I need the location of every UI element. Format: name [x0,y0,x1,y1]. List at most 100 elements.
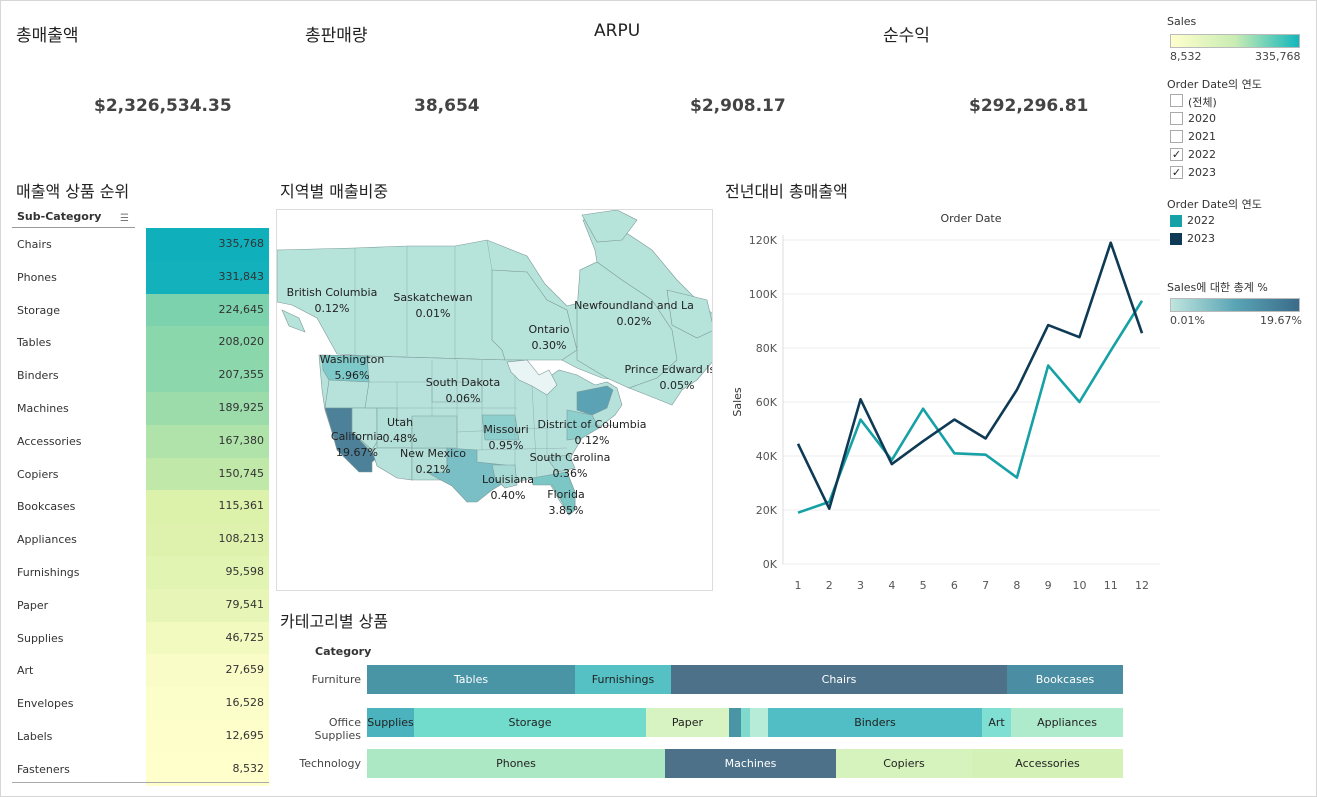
series-point[interactable] [984,436,988,440]
category-segment[interactable]: Supplies [367,708,414,737]
category-segment[interactable]: Bookcases [1007,665,1123,694]
line-chart[interactable]: Order Date0K20K40K60K80K100K120K1 2 3 4 5 6 7 8… [725,205,1160,595]
row-value-cell[interactable]: 207,355 [146,359,269,392]
series-point[interactable] [921,407,925,411]
table-row[interactable]: Appliances 108,213 [12,523,269,556]
category-segment[interactable]: Binders [768,708,982,737]
table-row[interactable]: Copiers 150,745 [12,457,269,491]
table-row[interactable]: Furnishings 95,598 [12,555,269,589]
category-segment[interactable]: Tables [367,665,575,694]
category-segment[interactable]: Furnishings [575,665,671,694]
map-label: British Columbia 0.12% [287,285,378,317]
row-value-cell[interactable]: 331,843 [146,260,269,294]
row-value-cell[interactable]: 224,645 [146,293,269,327]
map-label-name: California [330,430,384,443]
category-segment[interactable] [741,708,750,737]
category-segment[interactable]: Accessories [972,749,1123,778]
year-color-legend-title: Order Date의 연도 [1167,198,1262,211]
row-value-cell[interactable]: 150,745 [146,457,269,491]
row-value-cell[interactable]: 46,725 [146,621,269,655]
row-label: Binders [17,369,59,383]
series-point[interactable] [1109,349,1113,353]
series-point[interactable] [984,453,988,457]
series-point[interactable] [1046,323,1050,327]
table-row[interactable]: Storage 224,645 [12,293,269,327]
series-point[interactable] [796,511,800,515]
row-value-cell[interactable]: 12,695 [146,719,269,753]
series-point[interactable] [1109,241,1113,245]
checkbox-unchecked[interactable] [1170,130,1183,143]
series-point[interactable] [796,442,800,446]
category-segment[interactable]: Machines [665,749,836,778]
row-value-cell[interactable]: 115,361 [146,490,269,524]
series-point[interactable] [1140,331,1144,335]
category-segment[interactable]: Appliances [1011,708,1123,737]
row-value-cell[interactable]: 208,020 [146,326,269,360]
map-label-name: Ontario [528,323,570,336]
sales-share-map[interactable]: British Columbia 0.12% Saskatchewan 0.01% Ne… [276,209,713,591]
category-segment[interactable]: Phones [367,749,665,778]
row-value-cell[interactable]: 335,768 [146,228,269,261]
series-point[interactable] [890,462,894,466]
row-label: Appliances [17,533,77,547]
category-segment[interactable] [729,708,741,737]
checkbox-checked[interactable]: ✓ [1170,148,1183,161]
row-value-cell[interactable]: 95,598 [146,555,269,589]
series-line-2023[interactable] [796,241,1144,510]
row-value-cell[interactable]: 108,213 [146,523,269,556]
table-row[interactable]: Chairs 335,768 [12,228,269,261]
series-point[interactable] [1140,299,1144,303]
table-row[interactable]: Phones 331,843 [12,260,269,294]
row-label: Labels [17,729,53,743]
category-segment[interactable]: Art [982,708,1011,737]
series-point[interactable] [952,418,956,422]
table-row[interactable]: Machines 189,925 [12,391,269,425]
series-point[interactable] [1015,388,1019,392]
checkbox-unchecked[interactable] [1170,94,1183,107]
table-row[interactable]: Accessories 167,380 [12,424,269,458]
series-point[interactable] [1015,476,1019,480]
table-row[interactable]: Tables 208,020 [12,326,269,360]
checkbox-unchecked[interactable] [1170,112,1183,125]
table-row[interactable]: Paper 79,541 [12,588,269,622]
checkbox-checked[interactable]: ✓ [1170,166,1183,179]
row-value-cell[interactable]: 27,659 [146,654,269,688]
region-colorado[interactable] [411,415,458,449]
series-point[interactable] [859,397,863,401]
series-point[interactable] [1046,364,1050,368]
category-segment[interactable] [750,708,768,737]
row-value-cell[interactable]: 167,380 [146,424,269,458]
category-segment[interactable]: Paper [646,708,729,737]
table-row[interactable]: Bookcases 115,361 [12,490,269,524]
series-point[interactable] [921,439,925,443]
table-row[interactable]: Art 27,659 [12,654,269,688]
row-value-cell[interactable]: 189,925 [146,391,269,425]
table-row[interactable]: Fasteners 8,532 [12,752,269,786]
year-color-label: 2022 [1187,214,1215,227]
table-row[interactable]: Labels 12,695 [12,719,269,753]
table-row[interactable]: Supplies 46,725 [12,621,269,655]
ranking-bottom-border [12,782,269,783]
row-value-cell[interactable]: 79,541 [146,588,269,622]
series-point[interactable] [827,507,831,511]
table-row[interactable]: Envelopes 16,528 [12,687,269,720]
series-point[interactable] [859,418,863,422]
series-point[interactable] [952,451,956,455]
series-point[interactable] [1077,400,1081,404]
category-segment[interactable]: Chairs [671,665,1007,694]
row-value-cell[interactable]: 16,528 [146,687,269,720]
series-point[interactable] [1077,335,1081,339]
category-segment[interactable]: Storage [414,708,646,737]
series-line-2022[interactable] [797,300,1144,514]
y-axis-label: Sales [731,387,744,417]
map-label-pct: 0.05% [659,379,695,392]
region-oregon[interactable] [324,379,370,409]
row-label: Paper [17,598,49,612]
table-row[interactable]: Binders 207,355 [12,359,269,392]
sort-icon[interactable]: ☰ [120,213,129,224]
x-tick-label: 7 [982,579,989,592]
row-value-cell[interactable]: 8,532 [146,752,269,786]
kpi-title-total-quantity: 총판매량 [305,26,368,46]
map-label-name: Washington [319,353,385,366]
category-segment[interactable]: Copiers [836,749,972,778]
